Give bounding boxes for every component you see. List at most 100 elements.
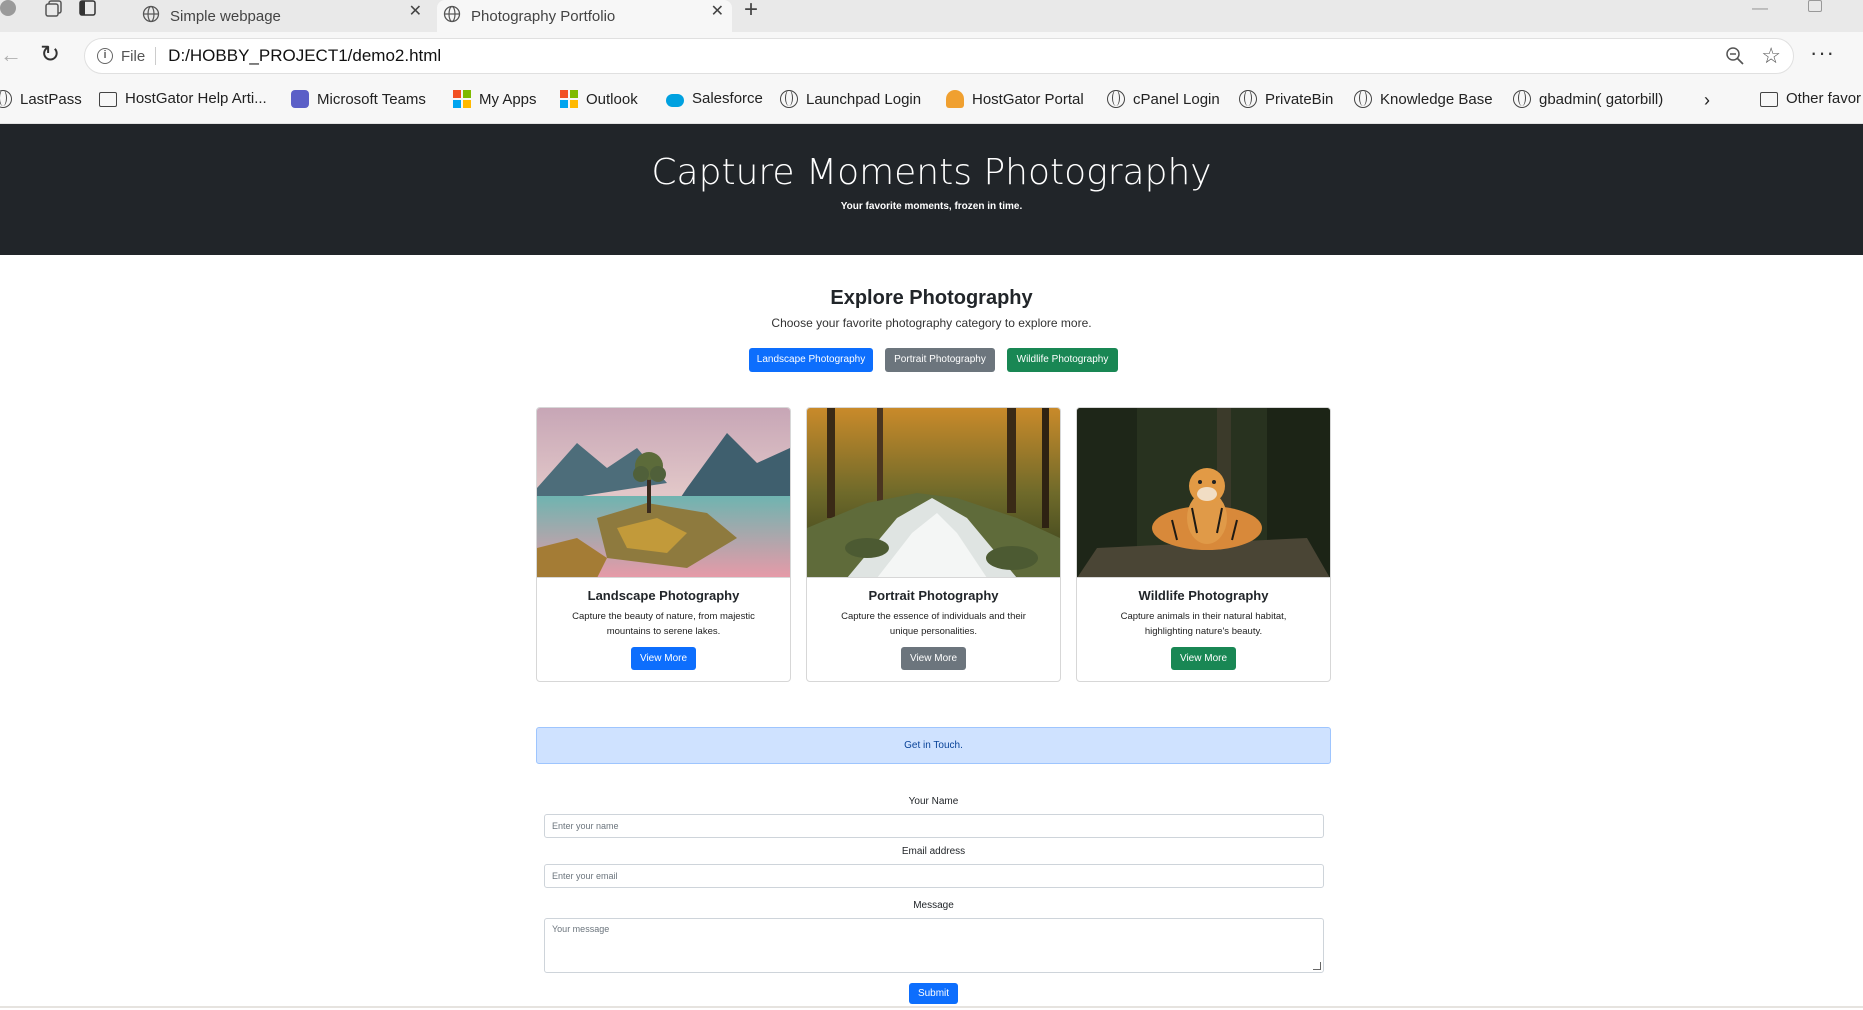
bookmark-label: Knowledge Base	[1380, 90, 1493, 108]
tab-title: Simple webpage	[170, 7, 281, 25]
profile-icon[interactable]	[0, 0, 16, 16]
submit-button[interactable]: Submit	[909, 983, 958, 1004]
close-icon[interactable]: ✕	[409, 1, 422, 21]
bookmark-hostgator-help[interactable]: HostGator Help Arti...	[99, 90, 267, 107]
microsoft-icon	[453, 90, 471, 108]
bookmark-other-favorites[interactable]: Other favor	[1760, 90, 1861, 107]
globe-icon	[1239, 90, 1257, 108]
file-scheme-label: File	[121, 47, 146, 65]
new-tab-icon[interactable]: +	[744, 0, 758, 24]
page-bottom-divider	[0, 1006, 1863, 1008]
bookmark-label: cPanel Login	[1133, 90, 1220, 108]
wildlife-category-button[interactable]: Wildlife Photography	[1007, 348, 1118, 372]
card-title: Portrait Photography	[868, 588, 999, 603]
wildlife-view-more-button[interactable]: View More	[1171, 647, 1236, 670]
hero-header: Capture Moments Photography Your favorit…	[0, 124, 1863, 255]
globe-icon	[443, 5, 461, 27]
globe-icon	[1513, 90, 1531, 108]
address-bar[interactable]: i File D:/HOBBY_PROJECT1/demo2.html ☆	[84, 38, 1794, 74]
bookmark-label: Outlook	[586, 90, 638, 108]
hero-title: Capture Moments Photography	[651, 152, 1212, 193]
bookmark-my-apps[interactable]: My Apps	[453, 90, 537, 108]
address-divider	[155, 47, 157, 65]
landscape-category-button[interactable]: Landscape Photography	[749, 348, 873, 372]
bookmark-lastpass[interactable]: LastPass	[0, 90, 82, 108]
resize-handle-icon[interactable]	[1313, 962, 1321, 970]
favorite-star-icon[interactable]: ☆	[1761, 43, 1781, 69]
portrait-category-button[interactable]: Portrait Photography	[885, 348, 995, 372]
close-icon[interactable]: ✕	[711, 1, 724, 21]
tab-simple-webpage[interactable]: Simple webpage ✕	[136, 0, 430, 32]
url-text[interactable]: D:/HOBBY_PROJECT1/demo2.html	[168, 46, 441, 66]
teams-icon	[291, 90, 309, 108]
globe-icon	[0, 90, 12, 108]
microsoft-icon	[560, 90, 578, 108]
bookmark-label: Salesforce	[692, 90, 763, 107]
bookmark-cpanel-login[interactable]: cPanel Login	[1107, 90, 1220, 108]
hostgator-icon	[946, 90, 964, 108]
reload-icon[interactable]: ↻	[40, 40, 60, 69]
bookmark-knowledge-base[interactable]: Knowledge Base	[1354, 90, 1493, 108]
tab-title: Photography Portfolio	[471, 7, 616, 25]
folder-icon	[1760, 92, 1778, 107]
message-label: Message	[913, 900, 954, 911]
bookmark-label: Microsoft Teams	[317, 90, 426, 108]
more-options-icon[interactable]: ···	[1810, 40, 1835, 66]
portrait-image	[807, 408, 1060, 578]
message-field[interactable]: Your message	[544, 918, 1324, 973]
bookmark-label: Other favor	[1786, 90, 1862, 107]
bookmark-label: PrivateBin	[1265, 90, 1334, 108]
message-placeholder: Your message	[552, 924, 610, 934]
minimize-icon[interactable]: —	[1752, 0, 1768, 18]
email-field[interactable]: Enter your email	[544, 864, 1324, 888]
globe-icon	[780, 90, 798, 108]
portrait-view-more-button[interactable]: View More	[901, 647, 966, 670]
info-icon[interactable]: i	[97, 48, 113, 64]
explore-title: Explore Photography	[830, 287, 1033, 309]
tab-actions-icon[interactable]	[78, 0, 100, 18]
bookmark-label: gbadmin( gatorbill)	[1539, 90, 1664, 108]
landscape-view-more-button[interactable]: View More	[631, 647, 696, 670]
bookmark-outlook[interactable]: Outlook	[560, 90, 638, 108]
salesforce-icon	[666, 93, 684, 107]
name-field[interactable]: Enter your name	[544, 814, 1324, 838]
explore-subtitle: Choose your favorite photography categor…	[771, 316, 1092, 330]
portrait-card: Portrait Photography Capture the essence…	[806, 407, 1061, 682]
zoom-icon[interactable]	[1725, 46, 1745, 71]
folder-icon	[99, 92, 117, 107]
bookmark-launchpad-login[interactable]: Launchpad Login	[780, 90, 921, 108]
globe-icon	[1354, 90, 1372, 108]
wildlife-card: Wildlife Photography Capture animals in …	[1076, 407, 1331, 682]
bookmark-label: HostGator Help Arti...	[125, 90, 267, 107]
bookmark-label: HostGator Portal	[972, 90, 1084, 108]
bookmark-privatebin[interactable]: PrivateBin	[1239, 90, 1333, 108]
browser-toolbar: ← ↻ i File D:/HOBBY_PROJECT1/demo2.html …	[0, 32, 1863, 80]
bookmark-gbadmin[interactable]: gbadmin( gatorbill)	[1513, 90, 1663, 108]
bookmarks-bar: LastPass HostGator Help Arti... Microsof…	[0, 80, 1863, 124]
landscape-card: Landscape Photography Capture the beauty…	[536, 407, 791, 682]
bookmarks-overflow-chevron-icon[interactable]: ›	[1704, 90, 1710, 111]
card-text: Capture the essence of individuals and t…	[841, 611, 1026, 637]
card-text: Capture animals in their natural habitat…	[1120, 611, 1287, 637]
back-arrow-icon[interactable]: ←	[0, 42, 22, 68]
restore-icon[interactable]	[1808, 0, 1822, 12]
card-title: Wildlife Photography	[1138, 588, 1269, 603]
email-label: Email address	[901, 846, 966, 857]
collections-icon[interactable]	[44, 0, 66, 18]
hero-subtitle: Your favorite moments, frozen in time.	[840, 201, 1023, 212]
card-text: Capture the beauty of nature, from majes…	[572, 611, 755, 637]
wildlife-image	[1077, 408, 1330, 578]
get-in-touch-alert: Get in Touch.	[536, 727, 1331, 764]
browser-tab-bar: Simple webpage ✕ Photography Portfolio ✕…	[0, 0, 1863, 32]
bookmark-label: My Apps	[479, 90, 537, 108]
globe-icon	[142, 5, 160, 27]
name-label: Your Name	[908, 796, 959, 807]
landscape-image	[537, 408, 790, 578]
card-title: Landscape Photography	[587, 588, 740, 603]
tab-photography-portfolio[interactable]: Photography Portfolio ✕	[437, 0, 732, 32]
bookmark-salesforce[interactable]: Salesforce	[666, 90, 763, 107]
bookmark-microsoft-teams[interactable]: Microsoft Teams	[291, 90, 426, 108]
bookmark-hostgator-portal[interactable]: HostGator Portal	[946, 90, 1084, 108]
bookmark-label: Launchpad Login	[806, 90, 922, 108]
globe-icon	[1107, 90, 1125, 108]
